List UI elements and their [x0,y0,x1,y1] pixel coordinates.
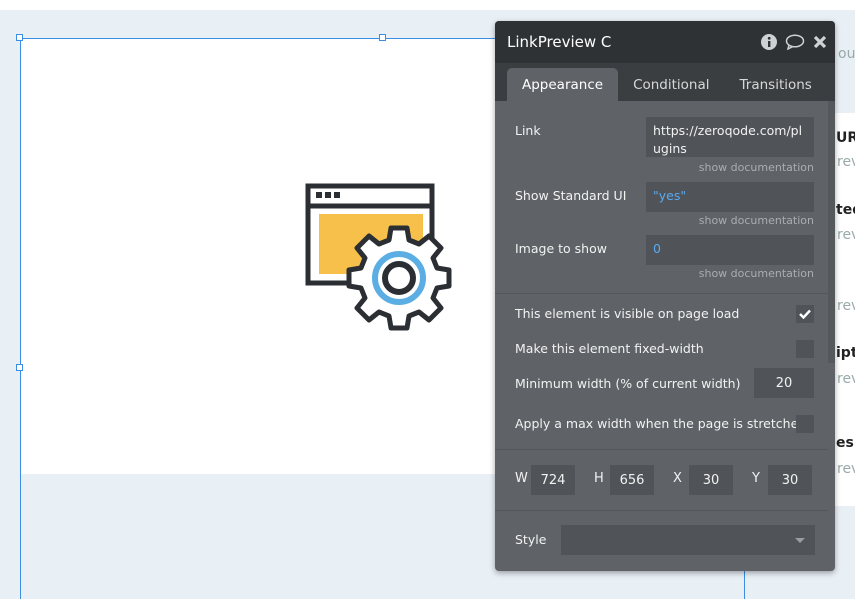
panel-tabs: Appearance Conditional Transitions [495,63,835,101]
right-fragment: es [836,435,854,451]
height-input[interactable]: 656 [610,465,654,495]
info-icon[interactable] [761,34,777,50]
right-fragment: rev [837,371,855,387]
right-fragment: rev [837,461,855,477]
scrollbar[interactable] [828,101,835,363]
right-fragment: ou c [838,46,855,62]
tab-appearance[interactable]: Appearance [507,68,619,101]
right-fragment: rev [837,154,855,170]
tab-transitions[interactable]: Transitions [725,68,827,101]
width-label: W [515,471,528,486]
right-fragment: ipt [836,345,855,361]
x-input[interactable]: 30 [689,465,733,495]
top-bar [0,0,855,10]
image-to-show-label: Image to show [515,241,607,256]
panel-header[interactable]: LinkPreview C [495,21,835,63]
link-label: Link [515,123,541,138]
checkmark-icon [799,309,811,319]
style-label: Style [515,532,547,547]
fixed-width-checkbox[interactable] [796,340,814,358]
y-input[interactable]: 30 [768,465,812,495]
divider [495,449,828,450]
link-input[interactable]: https://zeroqode.com/plugins [646,117,814,157]
panel-title: LinkPreview C [507,33,612,51]
height-label: H [594,471,604,486]
show-standard-ui-input[interactable]: "yes" [646,182,814,212]
max-width-checkbox[interactable] [796,415,814,433]
show-documentation-link[interactable]: show documentation [699,214,814,227]
close-icon[interactable] [813,35,827,49]
x-label: X [673,471,682,486]
selection-border-left [20,38,21,599]
min-width-input[interactable]: 20 [754,368,814,398]
resize-handle[interactable] [379,34,386,41]
right-fragment: ted [836,202,855,218]
tab-conditional[interactable]: Conditional [618,68,724,101]
right-fragment: rev [837,298,855,314]
property-editor-panel: LinkPreview C Appearance Conditional Tra… [495,21,835,571]
resize-handle[interactable] [16,34,23,41]
right-fragment: rev [837,227,855,243]
visible-on-load-label: This element is visible on page load [515,306,740,321]
comment-icon[interactable] [785,34,805,50]
y-label: Y [752,471,760,486]
resize-handle[interactable] [16,364,23,371]
visible-on-load-checkbox[interactable] [796,305,814,323]
show-standard-ui-label: Show Standard UI [515,188,627,203]
web-settings-icon [305,183,452,331]
width-input[interactable]: 724 [531,465,575,495]
right-fragment: UR [836,130,855,146]
show-documentation-link[interactable]: show documentation [699,161,814,174]
fixed-width-label: Make this element fixed-width [515,341,704,356]
show-documentation-link[interactable]: show documentation [699,267,814,280]
style-dropdown[interactable] [561,525,815,555]
chevron-down-icon [795,538,805,543]
divider [495,510,828,511]
min-width-label: Minimum width (% of current width) [515,376,741,391]
divider [495,293,828,294]
max-width-label: Apply a max width when the page is stret… [515,416,807,431]
image-to-show-input[interactable]: 0 [646,235,814,265]
